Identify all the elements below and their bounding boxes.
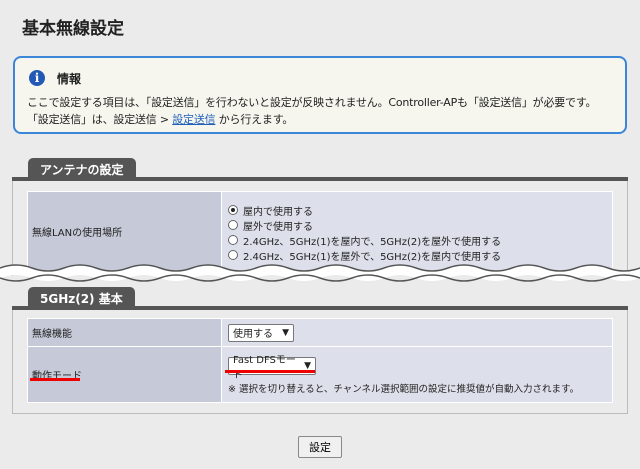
info-icon: i: [29, 70, 45, 86]
location-label: 無線LANの使用場所: [27, 191, 222, 272]
antenna-section-tab: アンテナの設定: [28, 158, 136, 178]
submit-button[interactable]: 設定: [298, 436, 342, 458]
mode-hint: ※ 選択を切り替えると、チャンネル選択範囲の設定に推奨値が自動入力されます。: [228, 383, 580, 395]
cut-separator: [0, 264, 640, 282]
location-option-mixed-a[interactable]: 2.4GHz、5GHz(1)を屋内で、5GHz(2)を屋外で使用する: [228, 233, 612, 248]
location-option-outdoor[interactable]: 屋外で使用する: [228, 218, 612, 233]
info-text-line1: ここで設定する項目は、「設定送信」を行わないと設定が反映されません。Contro…: [27, 96, 597, 109]
radio-mixed-b[interactable]: [228, 250, 238, 260]
location-options: 屋内で使用する 屋外で使用する 2.4GHz、5GHz(1)を屋内で、5GHz(…: [221, 191, 613, 272]
band5g2-table: 無線機能 使用する ▼ 動作モード Fast DFSモード ▼ ※ 選択を切り替える…: [27, 318, 613, 403]
mode-cell: Fast DFSモード ▼ ※ 選択を切り替えると、チャンネル選択範囲の設定に推奨…: [221, 346, 613, 403]
info-text-line2: 「設定送信」は、設定送信 > 設定送信 から行えます。: [27, 111, 293, 127]
info-box: i 情報 ここで設定する項目は、「設定送信」を行わないと設定が反映されません。C…: [13, 56, 627, 134]
mode-select-value: Fast DFSモード: [233, 354, 296, 381]
option-label: 屋外で使用する: [243, 221, 313, 233]
option-label: 屋内で使用する: [243, 206, 313, 218]
radio-mixed-a[interactable]: [228, 235, 238, 245]
mode-select-highlight: [225, 370, 315, 373]
chevron-down-icon: ▼: [282, 327, 289, 338]
option-label: 2.4GHz、5GHz(1)を屋外で、5GHz(2)を屋内で使用する: [243, 251, 502, 263]
mode-label: 動作モード: [27, 346, 222, 403]
page-title: 基本無線設定: [22, 19, 124, 39]
info-text-suffix: から行えます。: [215, 113, 294, 126]
info-text-prefix: 「設定送信」は、設定送信 >: [27, 113, 173, 126]
wireless-select[interactable]: 使用する ▼: [228, 323, 294, 342]
send-settings-link[interactable]: 設定送信: [172, 113, 215, 126]
mode-label-highlight: [30, 378, 80, 381]
band5g2-panel: 無線機能 使用する ▼ 動作モード Fast DFSモード ▼ ※ 選択を切り替える…: [12, 310, 628, 414]
band5g2-section-tab: 5GHz(2) 基本: [28, 287, 135, 307]
wireless-cell: 使用する ▼: [221, 318, 613, 347]
wireless-label: 無線機能: [27, 318, 222, 347]
option-label: 2.4GHz、5GHz(1)を屋内で、5GHz(2)を屋外で使用する: [243, 236, 502, 248]
wireless-select-value: 使用する: [233, 329, 273, 340]
location-option-mixed-b[interactable]: 2.4GHz、5GHz(1)を屋外で、5GHz(2)を屋内で使用する: [228, 248, 612, 263]
info-heading: 情報: [57, 72, 82, 86]
location-option-indoor[interactable]: 屋内で使用する: [228, 203, 612, 218]
radio-outdoor[interactable]: [228, 220, 238, 230]
antenna-table: 無線LANの使用場所 屋内で使用する 屋外で使用する 2.4GHz、5GHz(1…: [27, 191, 613, 272]
chevron-down-icon: ▼: [304, 360, 311, 371]
radio-indoor[interactable]: [228, 205, 238, 215]
